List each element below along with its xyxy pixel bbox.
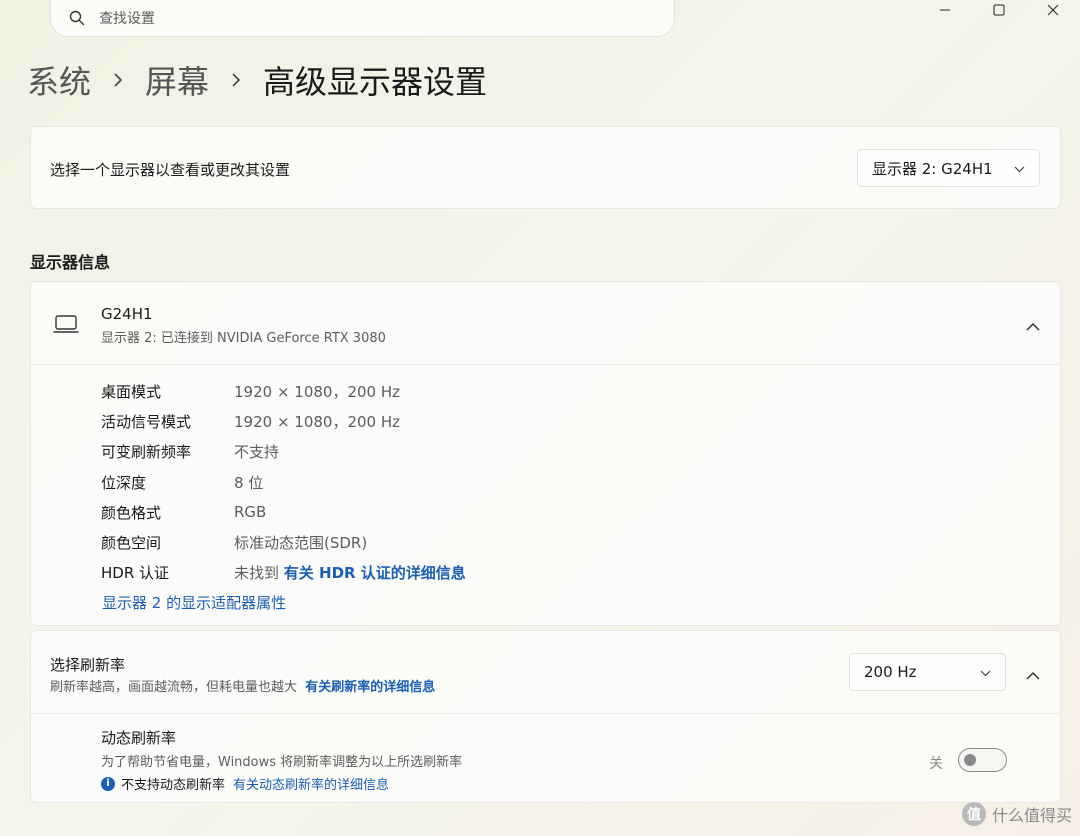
display-info-card: G24H1 显示器 2: 已连接到 NVIDIA GeForce RTX 308… [30,281,1061,626]
monitor-connection: 显示器 2: 已连接到 NVIDIA GeForce RTX 3080 [101,331,386,346]
search-box[interactable]: 查找设置 [50,0,675,37]
info-key: 颜色空间 [101,534,162,553]
info-row-color-format: 颜色格式 RGB [101,497,466,527]
info-value: 1920 × 1080，200 Hz [234,382,401,401]
dynamic-refresh-desc: 为了帮助节省电量，Windows 将刷新率调整为以上所选刷新率 [101,755,463,770]
search-input[interactable]: 查找设置 [99,8,155,28]
info-value: 8 位 [234,473,264,492]
info-row-vrr: 可变刷新频率 不支持 [101,437,466,467]
section-title-display-info: 显示器信息 [30,253,111,272]
close-icon [1047,4,1059,16]
info-row-desktop-mode: 桌面模式 1920 × 1080，200 Hz [101,376,466,406]
chevron-right-icon [113,72,123,88]
info-row-hdr: HDR 认证 未找到 有关 HDR 认证的详细信息 [101,558,466,588]
search-icon [65,6,89,30]
display-dropdown-value: 显示器 2: G24H1 [872,159,993,178]
breadcrumb: 系统 屏幕 高级显示器设置 [27,57,487,103]
refresh-rate-desc-text: 刷新率越高，画面越流畅，但耗电量也越大 [50,680,298,695]
chevron-up-icon[interactable] [1026,316,1040,335]
chevron-up-icon[interactable] [1026,665,1040,684]
refresh-rate-value: 200 Hz [864,663,917,681]
chevron-right-icon [231,72,241,88]
page-title: 高级显示器设置 [263,63,488,101]
dynamic-refresh-toggle[interactable] [958,748,1007,772]
info-key: 桌面模式 [101,382,162,401]
display-info-header[interactable]: G24H1 显示器 2: 已连接到 NVIDIA GeForce RTX 308… [31,282,1060,365]
window-controls [918,0,1080,20]
refresh-rate-header: 选择刷新率 刷新率越高，画面越流畅，但耗电量也越大 有关刷新率的详细信息 200… [31,631,1060,714]
toggle-knob [964,754,976,766]
info-row-color-space: 颜色空间 标准动态范围(SDR) [101,527,466,557]
minimize-icon [940,9,950,11]
laptop-icon [53,314,79,338]
info-value: 1920 × 1080，200 Hz [234,412,401,431]
close-button[interactable] [1026,0,1080,20]
info-key: 位深度 [101,473,147,492]
maximize-icon [993,4,1005,16]
info-value: 不支持 [234,443,280,462]
watermark-logo: 值 [961,802,986,826]
hdr-status: 未找到 [234,564,280,583]
refresh-rate-title: 选择刷新率 [50,656,126,674]
info-value: RGB [234,503,267,522]
info-value: 未找到 有关 HDR 认证的详细信息 [234,562,466,583]
info-row-signal-mode: 活动信号模式 1920 × 1080，200 Hz [101,406,466,436]
info-icon: i [101,776,115,791]
refresh-rate-desc: 刷新率越高，画面越流畅，但耗电量也越大 有关刷新率的详细信息 [50,676,435,695]
info-key: HDR 认证 [101,564,170,583]
dynamic-refresh-section: 动态刷新率 为了帮助节省电量，Windows 将刷新率调整为以上所选刷新率 i … [101,727,462,793]
display-dropdown[interactable]: 显示器 2: G24H1 [857,149,1040,187]
dynamic-refresh-info-link[interactable]: 有关动态刷新率的详细信息 [233,774,389,793]
refresh-rate-card: 选择刷新率 刷新率越高，画面越流畅，但耗电量也越大 有关刷新率的详细信息 200… [30,630,1061,803]
info-key: 可变刷新频率 [101,443,192,462]
dynamic-refresh-toggle-label: 关 [929,756,943,772]
breadcrumb-display[interactable]: 屏幕 [145,57,209,103]
chevron-down-icon [1014,159,1025,177]
minimize-button[interactable] [918,0,972,20]
refresh-rate-info-link[interactable]: 有关刷新率的详细信息 [305,680,435,695]
display-info-rows: 桌面模式 1920 × 1080，200 Hz 活动信号模式 1920 × 10… [101,376,466,588]
info-key: 颜色格式 [101,503,162,522]
chevron-down-icon [980,663,991,681]
info-row-bit-depth: 位深度 8 位 [101,467,466,497]
display-select-label: 选择一个显示器以查看或更改其设置 [50,161,291,179]
adapter-properties-link[interactable]: 显示器 2 的显示适配器属性 [102,592,286,613]
info-value: 标准动态范围(SDR) [234,534,368,553]
monitor-name: G24H1 [101,305,153,323]
dynamic-refresh-notice: i 不支持动态刷新率 有关动态刷新率的详细信息 [101,774,462,793]
maximize-button[interactable] [972,0,1026,20]
watermark: 值 什么值得买 [961,802,1072,826]
dynamic-refresh-title: 动态刷新率 [101,729,177,747]
dynamic-refresh-notice-text: 不支持动态刷新率 [121,778,226,793]
display-select-card: 选择一个显示器以查看或更改其设置 显示器 2: G24H1 [30,126,1061,209]
hdr-info-link[interactable]: 有关 HDR 认证的详细信息 [284,564,466,582]
refresh-rate-dropdown[interactable]: 200 Hz [849,653,1006,691]
info-key: 活动信号模式 [101,412,192,431]
breadcrumb-system[interactable]: 系统 [27,57,91,103]
watermark-text: 什么值得买 [991,806,1072,825]
